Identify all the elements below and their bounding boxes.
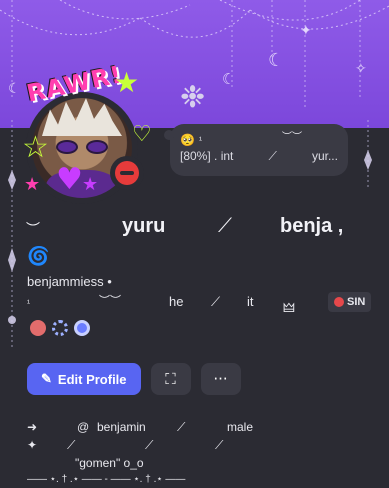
pronoun-he: he <box>169 294 184 309</box>
bio-name: benjamin <box>97 420 146 434</box>
moon-icon: ☾ <box>222 71 236 88</box>
heart-sticker-icon: ♡ <box>132 122 152 147</box>
star-icon: ✧ <box>355 60 367 76</box>
moon-icon: ☾ <box>268 50 285 70</box>
gift-button[interactable]: ⛶ <box>150 363 191 395</box>
nitro-badge-icon[interactable] <box>74 320 90 336</box>
display-name: ︶ yuru ⟋ benja , <box>26 215 366 243</box>
profile-actions: ✎ Edit Profile ⛶ ··· <box>27 363 241 395</box>
status-dnd-indicator <box>110 156 144 190</box>
pronouns-decor: ︶︶ <box>99 295 121 307</box>
status-name: yur... <box>311 149 338 163</box>
bio-arrow-icon: ➜ <box>27 420 38 434</box>
custom-status-bubble[interactable]: 🥺 ¹ [80%] . int ⟋ yur... ︶︶ <box>164 124 348 176</box>
more-button[interactable]: ··· <box>200 363 241 395</box>
spiral-icon: 🌀 <box>27 246 50 267</box>
hypesquad-badge-icon[interactable] <box>52 320 68 336</box>
bio-slash: ⟋ <box>177 420 186 434</box>
pronoun-it: it <box>247 294 254 309</box>
status-emoji-icon: 🥺 <box>180 133 195 147</box>
display-name-decor: ︶ <box>26 221 40 237</box>
pronouns-superscript: ¹ <box>27 298 30 308</box>
heart-sticker-icon: ♥ <box>56 162 83 197</box>
status-decor: ⟋ <box>268 149 277 163</box>
star-sticker-icon: ★ <box>82 174 99 195</box>
display-name-part2: benja , <box>280 215 344 237</box>
bio: ➜ @ benjamin ⟋ male ✦ ⟋ ⟋ ⟋ "gomen" o_o … <box>27 420 367 488</box>
bio-slash: ⟋ <box>67 438 76 452</box>
username[interactable]: benjammiess • <box>27 274 112 289</box>
bio-sparkle-icon: ✦ <box>27 438 38 452</box>
bio-slash: ⟋ <box>215 438 224 452</box>
bio-gender: male <box>227 420 254 434</box>
pronoun-slash: ⟋ <box>211 294 221 309</box>
server-tag-icon <box>334 297 344 307</box>
star-sticker-icon: ★ <box>24 174 41 195</box>
display-name-slash: ⟋ <box>218 215 232 237</box>
bio-slash: ⟋ <box>145 438 154 452</box>
display-name-part1: yuru <box>122 215 166 237</box>
pronouns-row: ¹ ︶︶ he ⟋ it 🜲 SIN <box>27 292 372 316</box>
username-dot: • <box>107 274 112 289</box>
gift-icon: ⛶ <box>165 370 176 388</box>
edit-profile-label: Edit Profile <box>57 371 127 387</box>
bio-quote: "gomen" o_o <box>75 456 144 470</box>
pencil-icon: ✎ <box>41 371 52 386</box>
badge-list <box>30 320 90 336</box>
alchemy-symbol-icon: 🜲 <box>283 301 295 316</box>
sparkle-icon: ✦ <box>300 22 312 38</box>
server-tag[interactable]: SIN <box>328 292 372 312</box>
more-icon: ··· <box>213 370 228 388</box>
star-sticker-icon: ★ <box>114 66 140 99</box>
server-tag-label: SIN <box>347 296 366 308</box>
avatar-glasses <box>56 140 108 154</box>
status-superscript: ¹ <box>198 135 202 145</box>
star-sticker-icon: ☆ <box>22 130 49 165</box>
status-decor-top: ︶︶ <box>282 132 302 143</box>
bio-divider: —— ⋆. † .⋆ —— - —— ⋆. † .⋆ —— <box>27 474 186 485</box>
username-text: benjammiess <box>27 274 104 289</box>
status-percent: [80%] . int <box>180 149 234 163</box>
moon-icon: ☾ <box>8 80 21 96</box>
bio-at: @ <box>77 420 90 434</box>
edit-profile-button[interactable]: ✎ Edit Profile <box>27 363 141 395</box>
snowflake-icon: ❉ <box>180 81 206 114</box>
heart-badge-icon[interactable] <box>30 320 46 336</box>
